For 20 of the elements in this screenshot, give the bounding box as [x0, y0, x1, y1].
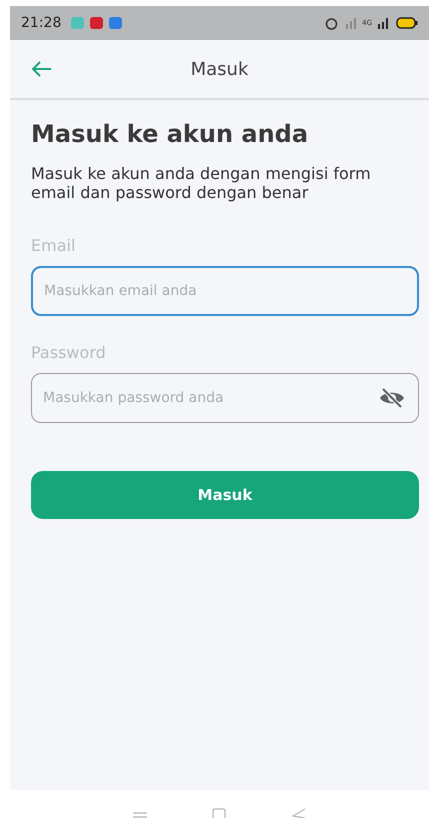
back-arrow-icon[interactable]	[32, 61, 52, 77]
battery-icon	[396, 17, 418, 29]
app-bar-title: Masuk	[190, 58, 248, 82]
app-notification-icon	[109, 17, 122, 29]
field-label: Password	[31, 342, 107, 364]
back-icon[interactable]	[292, 808, 306, 818]
signal-icon	[378, 17, 390, 29]
page-subtitle: Masuk ke akun anda dengan mengisi form email dan password dengan benar	[31, 164, 372, 202]
hidden-eye-icon[interactable]	[379, 388, 405, 408]
submit-button[interactable]: Masuk	[31, 471, 419, 519]
status-time: 21:28	[21, 14, 62, 32]
password-field[interactable]: Masukkan password anda	[31, 373, 419, 423]
signal-icon	[344, 17, 356, 29]
home-icon[interactable]	[212, 808, 226, 818]
app-notification-icon	[71, 17, 84, 29]
email-field[interactable]: Masukkan email anda	[31, 266, 419, 316]
field-label: Email	[31, 235, 76, 257]
page-heading: Masuk ke akun anda	[31, 119, 310, 150]
app-notification-icon	[90, 17, 104, 29]
menu-icon[interactable]	[132, 812, 147, 818]
